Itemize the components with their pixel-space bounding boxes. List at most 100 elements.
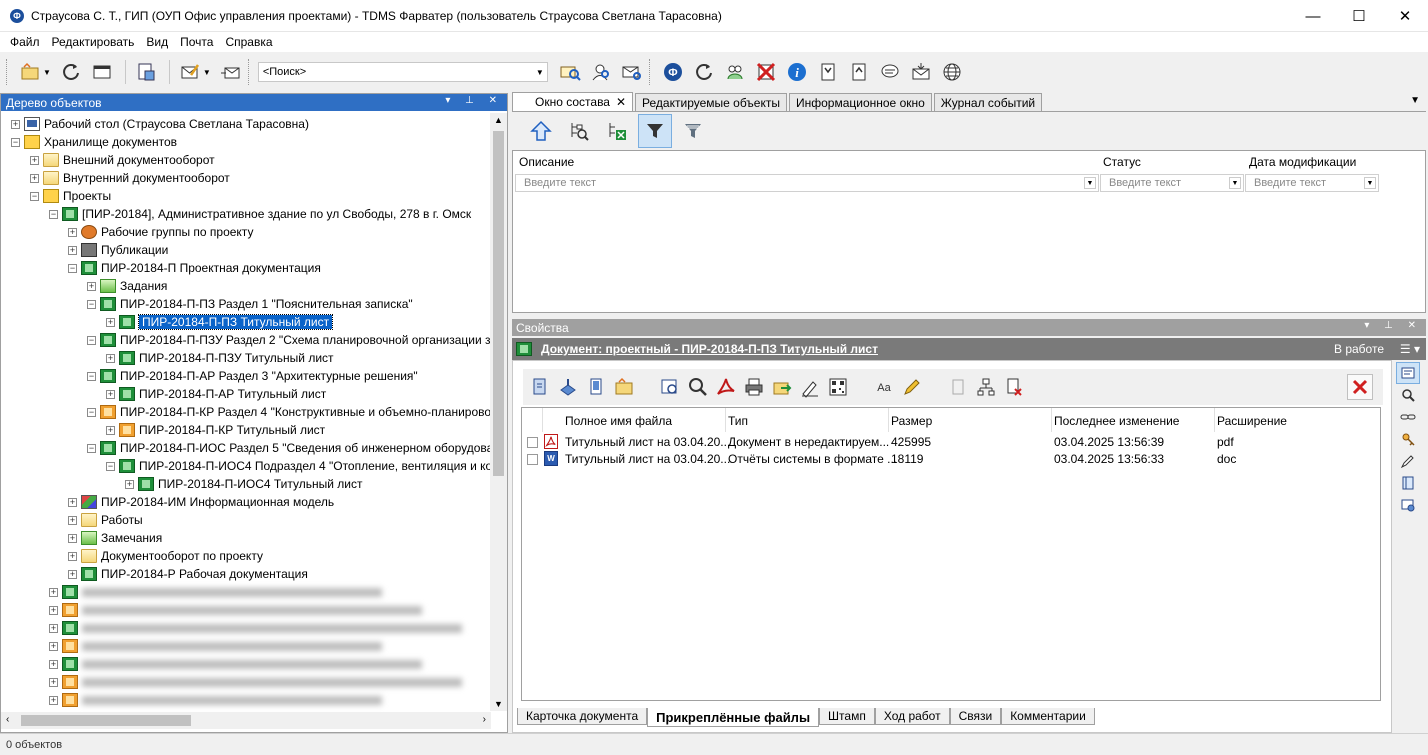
export-icon[interactable] [769, 374, 795, 400]
row-checkbox[interactable] [527, 437, 538, 448]
expand-icon[interactable]: + [30, 155, 39, 165]
link-icon[interactable] [1396, 406, 1420, 428]
collapse-icon[interactable]: − [11, 137, 20, 147]
collapse-icon[interactable]: − [30, 191, 39, 201]
scroll-down-icon[interactable]: ▼ [494, 699, 503, 709]
expand-icon[interactable]: + [49, 587, 58, 597]
tree-item-redacted[interactable]: + [49, 655, 422, 673]
tree-item[interactable]: + ПИР-20184-П-ПЗУ Титульный лист [106, 349, 334, 367]
tab-edited-objects[interactable]: Редактируемые объекты [635, 93, 787, 111]
tree-item[interactable]: + Рабочие группы по проекту [68, 223, 253, 241]
toolbar-grip[interactable] [6, 59, 10, 85]
file-folder-icon[interactable] [611, 374, 637, 400]
tab-composition[interactable]: Окно состава ✕ [512, 92, 634, 111]
tree-item[interactable]: + Документооборот по проекту [68, 547, 263, 565]
globe-icon[interactable] [938, 58, 966, 86]
expand-icon[interactable]: + [68, 245, 77, 255]
tab-stamp[interactable]: Штамп [819, 708, 875, 725]
search-combobox[interactable]: <Поиск> ▼ [257, 62, 548, 82]
pdf-icon[interactable] [713, 374, 739, 400]
folder-search-icon[interactable] [556, 58, 584, 86]
tree-item[interactable]: − ПИР-20184-П-КР Раздел 4 "Конструктивные… [87, 403, 491, 421]
menu-file[interactable]: Файл [4, 35, 46, 49]
column-header-extension[interactable]: Расширение [1217, 414, 1287, 428]
tree-item[interactable]: + Внутренний документооборот [30, 169, 230, 187]
tree-item[interactable]: − Хранилище документов [11, 133, 177, 151]
expand-icon[interactable]: + [106, 317, 115, 327]
tree-item[interactable]: − ПИР-20184-П-ПЗ Раздел 1 "Пояснительная … [87, 295, 413, 313]
panel-controls[interactable]: ▾ ⊥ ✕ [445, 95, 503, 106]
menu-edit[interactable]: Редактировать [46, 35, 141, 49]
filter-icon[interactable] [638, 114, 672, 148]
tree-item[interactable]: − [ПИР-20184], Административное здание по… [49, 205, 471, 223]
tab-comments[interactable]: Комментарии [1001, 708, 1095, 725]
tree-item[interactable]: − ПИР-20184-П-ПЗУ Раздел 2 "Схема планиро… [87, 331, 491, 349]
filter-dropdown-icon[interactable]: ▼ [1229, 177, 1241, 189]
tdms-logo-icon[interactable]: Ф [659, 58, 687, 86]
column-header-status[interactable]: Статус [1103, 155, 1141, 169]
column-header-size[interactable]: Размер [891, 414, 932, 428]
expand-icon[interactable]: + [49, 605, 58, 615]
tab-event-log[interactable]: Журнал событий [933, 93, 1043, 111]
minimize-button[interactable]: — [1290, 0, 1336, 32]
font-icon[interactable]: Aa [871, 374, 897, 400]
lock-disabled-icon[interactable] [945, 374, 971, 400]
tree-item[interactable]: − ПИР-20184-П-ИОС Раздел 5 "Сведения об и… [87, 439, 491, 457]
tree-item[interactable]: − ПИР-20184-П Проектная документация [68, 259, 321, 277]
scroll-up-icon[interactable]: ▲ [494, 115, 503, 125]
tree-item[interactable]: + Задания [87, 277, 167, 295]
collapse-icon[interactable]: − [87, 443, 96, 453]
comment-icon[interactable] [876, 58, 904, 86]
delete-file-button[interactable] [1347, 374, 1373, 400]
menu-help[interactable]: Справка [219, 35, 278, 49]
collapse-icon[interactable]: − [106, 461, 115, 471]
collapse-icon[interactable]: − [49, 209, 58, 219]
compose-mail-icon[interactable] [176, 58, 204, 86]
column-header-modified-date[interactable]: Дата модификации [1249, 155, 1356, 169]
scroll-right-icon[interactable]: › [483, 714, 486, 725]
column-header-description[interactable]: Описание [519, 155, 574, 169]
tree-item[interactable]: + ПИР-20184-П-КР Титульный лист [106, 421, 325, 439]
bookmark-up-icon[interactable] [845, 58, 873, 86]
up-level-icon[interactable] [524, 114, 558, 148]
mail-search-icon[interactable] [618, 58, 646, 86]
compose-mail-dropdown-icon[interactable]: ▼ [203, 68, 211, 77]
new-object-icon[interactable] [16, 58, 44, 86]
excel-export-icon[interactable] [600, 114, 634, 148]
filter-settings-icon[interactable] [676, 114, 710, 148]
print-icon[interactable] [741, 374, 767, 400]
expand-icon[interactable]: + [49, 623, 58, 633]
column-header-filename[interactable]: Полное имя файла [565, 414, 672, 428]
file-search-icon[interactable] [685, 374, 711, 400]
tree-item[interactable]: − Проекты [30, 187, 111, 205]
remove-link-icon[interactable] [1001, 374, 1027, 400]
delete-cross-icon[interactable] [752, 58, 780, 86]
column-header-type[interactable]: Тип [728, 414, 748, 428]
tree-item[interactable]: + ПИР-20184-П-АР Титульный лист [106, 385, 326, 403]
expand-icon[interactable]: + [68, 533, 77, 543]
collapse-icon[interactable]: − [87, 407, 96, 417]
status-filter-input[interactable]: Введите текст ▼ [1100, 174, 1244, 192]
tree-item[interactable]: + Замечания [68, 529, 162, 547]
expand-icon[interactable]: + [87, 281, 96, 291]
tree-search-icon[interactable] [562, 114, 596, 148]
expand-icon[interactable]: + [106, 353, 115, 363]
tree-item[interactable]: + ПИР-20184-Р Рабочая документация [68, 565, 308, 583]
book-icon[interactable] [1396, 472, 1420, 494]
edit-icon[interactable] [1396, 450, 1420, 472]
expand-icon[interactable]: + [30, 173, 39, 183]
reload-icon[interactable] [690, 58, 718, 86]
tree-item-redacted[interactable]: + [49, 637, 382, 655]
settings-icon[interactable] [1396, 494, 1420, 516]
close-button[interactable]: ✕ [1382, 0, 1428, 32]
filter-dropdown-icon[interactable]: ▼ [1364, 177, 1376, 189]
qr-code-icon[interactable] [825, 374, 851, 400]
bookmark-down-icon[interactable] [814, 58, 842, 86]
tree-item[interactable]: − ПИР-20184-П-АР Раздел 3 "Архитектурные … [87, 367, 418, 385]
expand-icon[interactable]: + [68, 227, 77, 237]
tree-vertical-scrollbar[interactable]: ▲ ▼ [490, 113, 507, 711]
tree-item-redacted[interactable]: + [49, 673, 462, 691]
pencil-icon[interactable] [899, 374, 925, 400]
tab-work-progress[interactable]: Ход работ [874, 708, 950, 725]
tree-structure-icon[interactable] [973, 374, 999, 400]
